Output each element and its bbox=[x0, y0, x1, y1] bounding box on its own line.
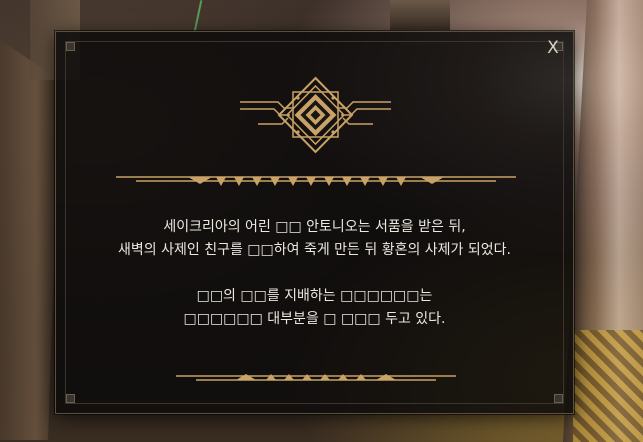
ornamental-divider-bottom bbox=[176, 374, 456, 381]
game-scene: X 세이크리아의 어린 □□ 안토니오는 서품을 받은 뒤, 새벽의 사제인 친… bbox=[0, 0, 643, 442]
background-tower-top bbox=[390, 0, 450, 30]
background-gold-structure bbox=[573, 330, 643, 442]
message-line: □□의 □□를 지배하는 □□□□□□는 bbox=[196, 288, 433, 304]
ornamental-divider-top bbox=[116, 176, 516, 186]
message-line: 새벽의 사제인 친구를 □□하여 죽게 만든 뒤 황혼의 사제가 되었다. bbox=[118, 242, 511, 258]
lore-message: 세이크리아의 어린 □□ 안토니오는 서품을 받은 뒤, 새벽의 사제인 친구를… bbox=[56, 216, 573, 331]
corner-ornament-bottom-right bbox=[554, 394, 563, 403]
corner-ornament-bottom-left bbox=[66, 394, 75, 403]
background-tower-left bbox=[0, 40, 60, 440]
diamond-emblem-icon bbox=[240, 76, 391, 154]
lore-dialog: X 세이크리아의 어린 □□ 안토니오는 서품을 받은 뒤, 새벽의 사제인 친… bbox=[55, 31, 574, 414]
message-line: □□□□□□ 대부분을 □ □□□ 두고 있다. bbox=[183, 311, 446, 327]
background-green-line bbox=[193, 0, 203, 32]
close-icon: X bbox=[547, 38, 559, 58]
message-line: 세이크리아의 어린 □□ 안토니오는 서품을 받은 뒤, bbox=[163, 219, 466, 235]
close-button[interactable]: X bbox=[543, 38, 563, 58]
corner-ornament-top-left bbox=[66, 42, 75, 51]
